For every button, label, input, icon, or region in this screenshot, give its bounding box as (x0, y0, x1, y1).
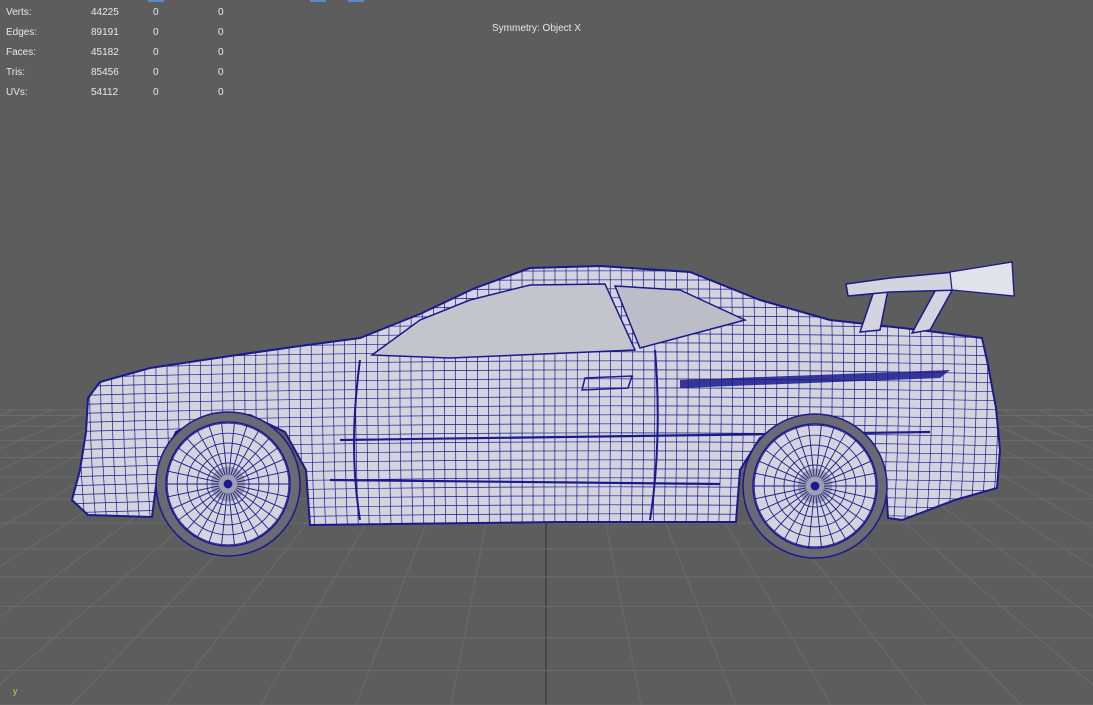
hud-selected: 0 (153, 27, 159, 38)
hud-label: Faces: (6, 47, 37, 58)
viewport-panel[interactable]: Verts: 44225 0 0 Edges: 89191 0 0 Faces: 45182 0 0 T… (0, 0, 1093, 705)
hud-row: UVs: 54112 0 0 (6, 83, 248, 103)
toolbar-tab-marker[interactable] (348, 0, 364, 2)
hud-row: Verts: 44225 0 0 (6, 3, 248, 23)
hud-total: 89191 (91, 27, 119, 38)
hud-selected: 0 (153, 47, 159, 58)
scene-canvas[interactable] (0, 0, 1093, 705)
hud-shown: 0 (218, 47, 224, 58)
hud-row: Faces: 45182 0 0 (6, 43, 248, 63)
rear-spoiler (845, 261, 1015, 334)
hud-selected: 0 (153, 7, 159, 18)
poly-count-hud: Verts: 44225 0 0 Edges: 89191 0 0 Faces: 45182 0 0 T… (6, 3, 248, 103)
hud-selected: 0 (153, 87, 159, 98)
hud-total: 54112 (91, 87, 119, 98)
hud-selected: 0 (153, 67, 159, 78)
hud-total: 85456 (91, 67, 119, 78)
rear-wheel[interactable] (742, 413, 888, 559)
hud-label: Edges: (6, 27, 38, 38)
car-mesh[interactable] (56, 250, 1015, 559)
front-wheel[interactable] (155, 411, 301, 557)
hud-shown: 0 (218, 27, 224, 38)
hud-shown: 0 (218, 87, 224, 98)
hud-shown: 0 (218, 67, 224, 78)
hud-total: 45182 (91, 47, 119, 58)
hud-shown: 0 (218, 7, 224, 18)
symmetry-status: Symmetry: Object X (492, 23, 581, 34)
toolbar-tab-marker[interactable] (148, 0, 164, 2)
toolbar-tab-marker[interactable] (310, 0, 326, 2)
hud-total: 44225 (91, 7, 119, 18)
hud-row: Edges: 89191 0 0 (6, 23, 248, 43)
view-axis-y-label: y (13, 686, 18, 696)
hud-row: Tris: 85456 0 0 (6, 63, 248, 83)
hud-label: Tris: (6, 67, 26, 78)
hud-label: UVs: (6, 87, 28, 98)
hud-label: Verts: (6, 7, 32, 18)
